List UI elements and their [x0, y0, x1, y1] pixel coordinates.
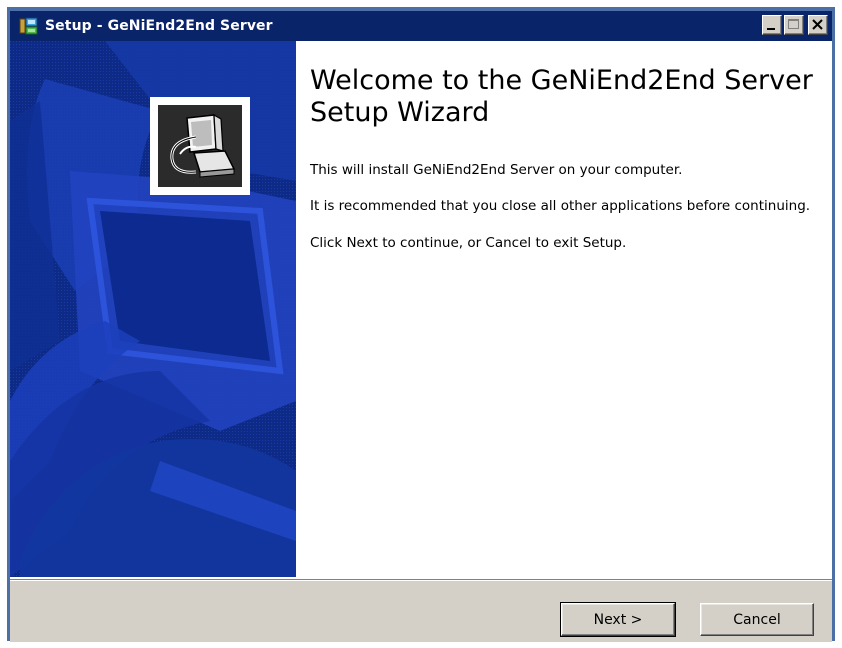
welcome-heading: Welcome to the GeNiEnd2End Server Setup … [310, 65, 813, 128]
close-button[interactable] [808, 15, 828, 35]
side-panel-graphic [10, 41, 296, 577]
button-bar: Next > Cancel [10, 580, 832, 642]
install-description: This will install GeNiEnd2End Server on … [310, 162, 683, 178]
minimize-icon [767, 28, 775, 30]
title-bar[interactable]: Setup - GeNiEnd2End Server [10, 11, 832, 41]
close-apps-recommendation: It is recommended that you close all oth… [310, 198, 811, 214]
title-buttons [762, 15, 828, 35]
close-icon [812, 19, 823, 30]
wizard-content: Welcome to the GeNiEnd2End Server Setup … [10, 41, 832, 580]
cancel-button[interactable]: Cancel [700, 603, 814, 636]
continue-instructions: Click Next to continue, or Cancel to exi… [310, 235, 627, 251]
maximize-button[interactable] [784, 15, 804, 35]
next-button[interactable]: Next > [560, 602, 676, 637]
computer-setup-icon [150, 97, 250, 195]
welcome-panel: Welcome to the GeNiEnd2End Server Setup … [310, 41, 815, 252]
wizard-side-panel [10, 41, 296, 577]
minimize-button[interactable] [762, 15, 782, 35]
setup-window: Setup - GeNiEnd2End Server Welcome to th… [7, 7, 835, 642]
maximize-icon [788, 19, 799, 29]
setup-installer-icon [19, 16, 39, 36]
window-title: Setup - GeNiEnd2End Server [45, 18, 273, 34]
